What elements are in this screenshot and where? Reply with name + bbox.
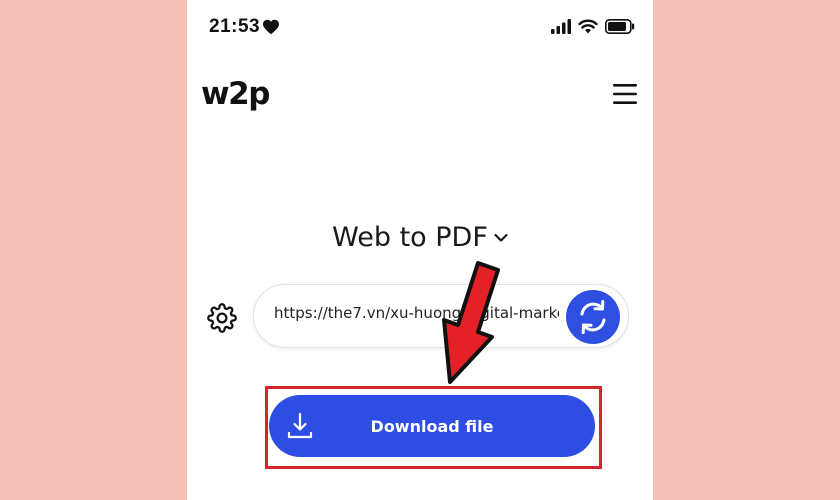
converter-type-selector[interactable]: Web to PDF xyxy=(187,222,653,253)
refresh-icon xyxy=(580,300,606,334)
highlight-box-annotation xyxy=(265,386,602,469)
arrow-annotation-icon xyxy=(442,261,500,384)
status-time: 21:53 xyxy=(209,16,261,37)
battery-icon xyxy=(605,19,635,34)
heart-icon xyxy=(263,19,279,35)
hamburger-menu-icon[interactable] xyxy=(613,84,637,104)
wifi-icon xyxy=(578,19,598,34)
refresh-button[interactable] xyxy=(566,290,620,344)
gear-icon[interactable] xyxy=(207,303,237,333)
signal-icon xyxy=(551,19,571,34)
status-bar: 21:53 xyxy=(187,0,653,56)
w2p-logo[interactable]: w2p xyxy=(201,76,270,112)
chevron-down-icon xyxy=(494,233,508,242)
status-icons xyxy=(551,19,635,34)
converter-title: Web to PDF xyxy=(332,222,488,253)
